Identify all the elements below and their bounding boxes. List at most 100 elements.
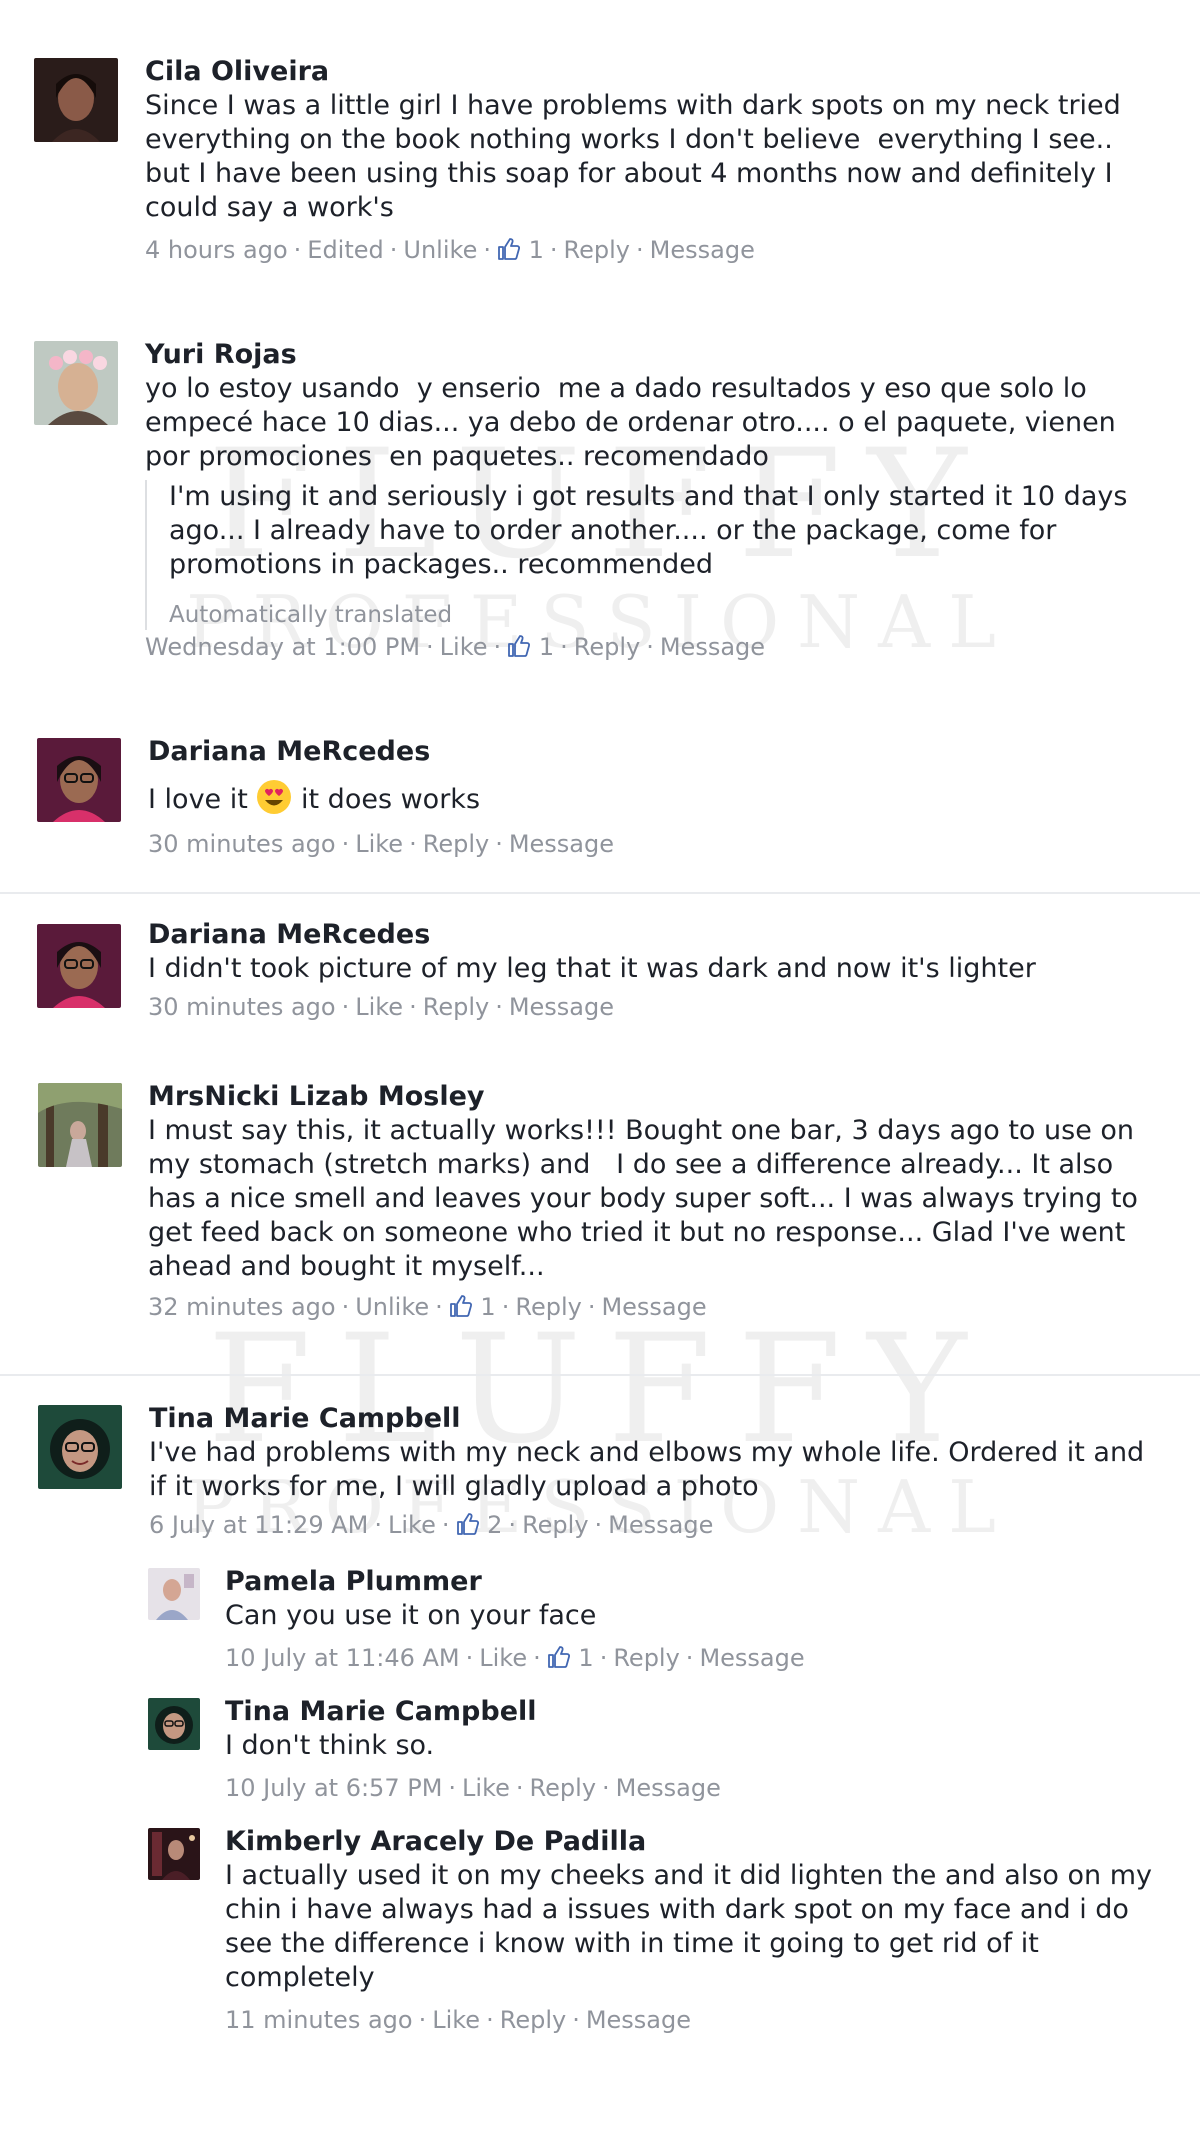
like-count-value: 1	[538, 633, 555, 661]
like-link[interactable]: Like	[355, 829, 403, 859]
reply-text: Can you use it on your face	[225, 1600, 597, 1631]
comment-time[interactable]: 30 minutes ago	[148, 829, 336, 859]
message-link[interactable]: Message	[699, 1643, 804, 1673]
comment-meta: Wednesday at 1:00 PM · Like · 1 · Reply · Messa…	[145, 632, 766, 662]
message-link[interactable]: Message	[660, 632, 765, 662]
reply-author[interactable]: Pamela Plummer	[225, 1565, 1160, 1599]
like-link[interactable]: Like	[432, 2005, 480, 2035]
reply-link[interactable]: Reply	[423, 829, 489, 859]
comment-meta: 30 minutes ago · Like · Reply · Message	[148, 992, 615, 1022]
comment-time[interactable]: 30 minutes ago	[148, 992, 336, 1022]
message-link[interactable]: Message	[650, 235, 755, 265]
avatar-photo-icon	[38, 1083, 122, 1167]
thumbs-up-icon	[547, 1646, 570, 1668]
like-count-value: 1	[528, 236, 544, 264]
comment-meta: 6 July at 11:29 AM · Like · 2 · Reply · Message	[149, 1510, 714, 1540]
avatar-photo-icon	[148, 1568, 200, 1620]
comment-text-part: I love it	[148, 784, 248, 815]
divider	[0, 892, 1200, 894]
comment-text: I love it it does works	[148, 779, 1160, 817]
like-link[interactable]: Like	[440, 632, 488, 662]
reply-link[interactable]: Reply	[564, 235, 630, 265]
like-count[interactable]: 1	[547, 1643, 594, 1673]
comment-meta: 32 minutes ago · Unlike · 1 · Reply · Message	[148, 1292, 707, 1322]
auto-translated-label[interactable]: Automatically translated	[169, 600, 1160, 630]
divider	[0, 1374, 1200, 1376]
comment-author[interactable]: MrsNicki Lizab Mosley	[148, 1080, 1160, 1114]
thumbs-up-icon	[456, 1513, 479, 1535]
message-link[interactable]: Message	[608, 1510, 713, 1540]
reply-link[interactable]: Reply	[423, 992, 489, 1022]
thumbs-up-icon	[449, 1295, 472, 1317]
avatar-photo-icon	[38, 1405, 122, 1489]
avatar[interactable]	[38, 1405, 122, 1489]
comment-author[interactable]: Dariana MeRcedes	[148, 918, 1160, 952]
avatar-photo-icon	[34, 341, 118, 425]
comment-author[interactable]: Cila Oliveira	[145, 55, 1160, 89]
reply-time[interactable]: 10 July at 6:57 PM	[225, 1773, 442, 1803]
comment-time[interactable]: 6 July at 11:29 AM	[149, 1510, 368, 1540]
reply-time[interactable]: 11 minutes ago	[225, 2005, 413, 2035]
reply-link[interactable]: Reply	[515, 1292, 581, 1322]
reply-link[interactable]: Reply	[530, 1773, 596, 1803]
avatar[interactable]	[148, 1828, 200, 1880]
message-link[interactable]: Message	[509, 992, 614, 1022]
avatar[interactable]	[34, 58, 118, 142]
thumbs-up-icon	[508, 635, 531, 657]
reply-link[interactable]: Reply	[522, 1510, 588, 1540]
edited-label[interactable]: Edited	[307, 235, 383, 265]
comment-time[interactable]: 32 minutes ago	[148, 1292, 336, 1322]
unlike-link[interactable]: Unlike	[403, 235, 477, 265]
like-count[interactable]: 1	[449, 1292, 496, 1322]
like-link[interactable]: Like	[355, 992, 403, 1022]
comment-text: I didn't took picture of my leg that it …	[148, 953, 1036, 984]
like-count-value: 1	[480, 1293, 496, 1321]
avatar[interactable]	[148, 1698, 200, 1750]
avatar[interactable]	[37, 738, 121, 822]
avatar[interactable]	[148, 1568, 200, 1620]
reply-link[interactable]: Reply	[500, 2005, 566, 2035]
comment-author[interactable]: Dariana MeRcedes	[148, 735, 1160, 769]
comment-meta: 4 hours ago · Edited · Unlike · 1 · Reply · Messa…	[145, 235, 755, 265]
message-link[interactable]: Message	[601, 1292, 706, 1322]
avatar-photo-icon	[148, 1828, 200, 1880]
message-link[interactable]: Message	[616, 1773, 721, 1803]
comment-meta: 30 minutes ago · Like · Reply · Message	[148, 829, 615, 859]
reply-text: I actually used it on my cheeks and it d…	[225, 1860, 1161, 1993]
message-link[interactable]: Message	[509, 829, 614, 859]
reply-time[interactable]: 10 July at 11:46 AM	[225, 1643, 460, 1673]
like-count[interactable]: 2	[456, 1510, 502, 1540]
translated-text: I'm using it and seriously i got results…	[169, 481, 1137, 580]
comment-author[interactable]: Tina Marie Campbell	[149, 1402, 1160, 1436]
reply-link[interactable]: Reply	[613, 1643, 679, 1673]
comment-text: I must say this, it actually works!!! Bo…	[148, 1115, 1147, 1282]
reply-author[interactable]: Kimberly Aracely De Padilla	[225, 1825, 1160, 1859]
comment-text: Since I was a little girl I have problem…	[145, 90, 1130, 223]
unlike-link[interactable]: Unlike	[355, 1292, 429, 1322]
translation-block: I'm using it and seriously i got results…	[145, 480, 1160, 630]
like-count[interactable]: 1	[497, 235, 544, 265]
reply-text: I don't think so.	[225, 1730, 435, 1761]
like-count-value: 1	[578, 1644, 594, 1672]
comment-text: I've had problems with my neck and elbow…	[149, 1437, 1153, 1502]
thumbs-up-icon	[498, 238, 520, 260]
reply-meta: 11 minutes ago · Like · Reply · Message	[225, 2005, 692, 2035]
message-link[interactable]: Message	[586, 2005, 691, 2035]
reply-author[interactable]: Tina Marie Campbell	[225, 1695, 1160, 1729]
heart-eyes-emoji-icon	[257, 780, 292, 814]
like-link[interactable]: Like	[462, 1773, 510, 1803]
avatar[interactable]	[37, 924, 121, 1008]
like-link[interactable]: Like	[388, 1510, 436, 1540]
avatar[interactable]	[34, 341, 118, 425]
reply-meta: 10 July at 11:46 AM · Like · 1 · Reply · Messag…	[225, 1643, 805, 1673]
comment-time[interactable]: 4 hours ago	[145, 235, 288, 265]
avatar-photo-icon	[34, 58, 118, 142]
reply-link[interactable]: Reply	[574, 632, 640, 662]
like-link[interactable]: Like	[479, 1643, 527, 1673]
avatar-photo-icon	[148, 1698, 200, 1750]
like-count[interactable]: 1	[507, 632, 554, 662]
comment-author[interactable]: Yuri Rojas	[145, 338, 1160, 372]
comment-time[interactable]: Wednesday at 1:00 PM	[145, 632, 420, 662]
avatar-photo-icon	[37, 738, 121, 822]
avatar[interactable]	[38, 1083, 122, 1167]
